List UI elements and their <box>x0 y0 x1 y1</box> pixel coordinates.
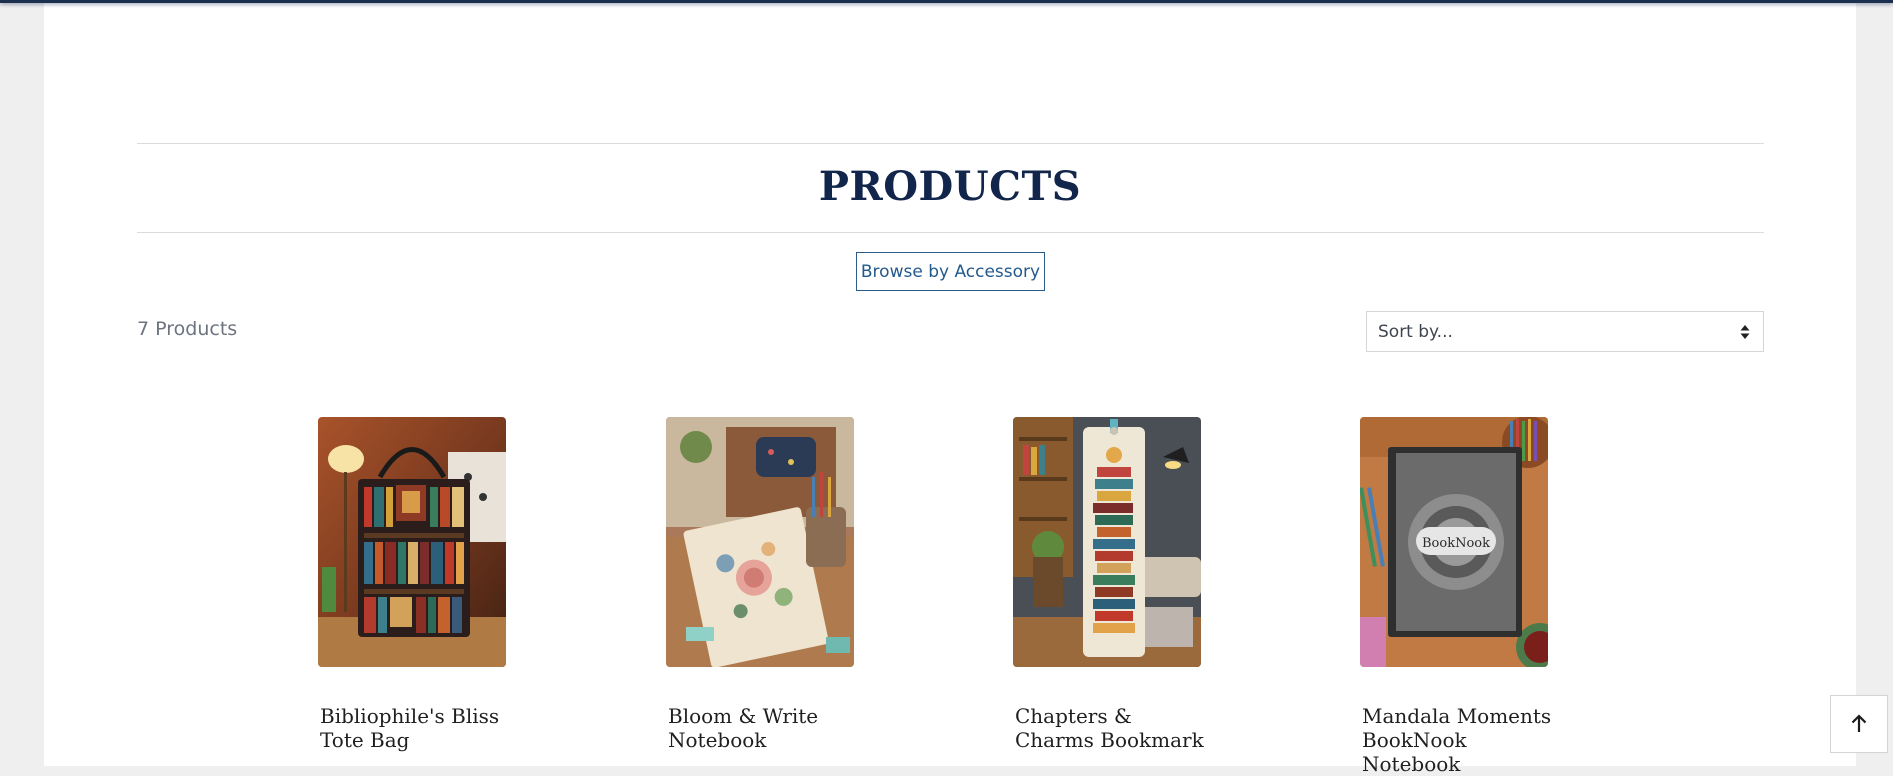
product-card[interactable]: Chapters & Charms Bookmark <box>1013 417 1213 752</box>
sort-select[interactable]: Sort by... <box>1366 311 1764 352</box>
product-image-mandala-notebook[interactable]: BookNook <box>1360 417 1548 667</box>
product-name[interactable]: Mandala Moments BookNook Notebook <box>1362 704 1552 776</box>
scroll-to-top-button[interactable] <box>1830 695 1888 753</box>
product-image-bookmark[interactable] <box>1013 417 1201 667</box>
page-content: PRODUCTS Browse by Accessory 7 Products … <box>44 0 1856 776</box>
title-bottom-divider <box>137 232 1764 233</box>
title-top-divider <box>137 143 1764 144</box>
arrow-up-icon <box>1851 714 1867 732</box>
product-image-tote-bag[interactable] <box>318 417 506 667</box>
sort-arrows-icon <box>1740 325 1750 339</box>
browse-by-accessory-button[interactable]: Browse by Accessory <box>856 252 1045 291</box>
product-count: 7 Products <box>137 318 238 340</box>
product-card[interactable]: BookNook Mandala Moments BookNook Notebo… <box>1360 417 1560 776</box>
svg-text:BookNook: BookNook <box>1422 536 1490 551</box>
top-shadow-bar <box>0 0 1893 3</box>
product-name[interactable]: Chapters & Charms Bookmark <box>1015 704 1205 752</box>
product-name[interactable]: Bloom & Write Notebook <box>668 704 858 752</box>
sort-select-value: Sort by... <box>1378 321 1453 342</box>
product-card[interactable]: Bibliophile's Bliss Tote Bag <box>318 417 518 752</box>
product-image-floral-notebook[interactable] <box>666 417 854 667</box>
page-title: PRODUCTS <box>818 163 1082 210</box>
product-card[interactable]: Bloom & Write Notebook <box>666 417 866 752</box>
product-name[interactable]: Bibliophile's Bliss Tote Bag <box>320 704 510 752</box>
